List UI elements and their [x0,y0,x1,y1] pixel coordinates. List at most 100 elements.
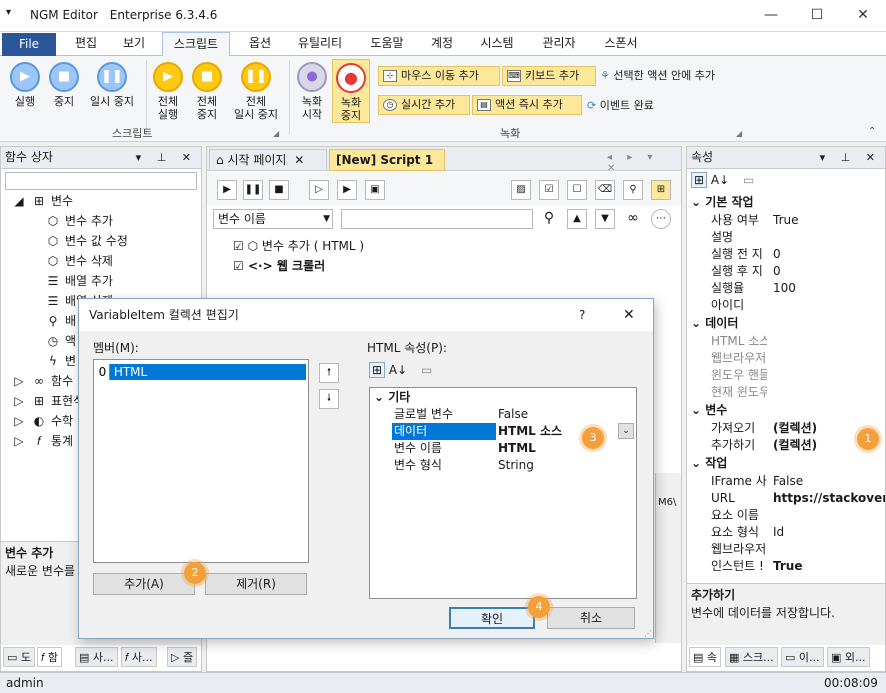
chevron-down-icon[interactable]: ⌄ [618,423,634,439]
search-icon[interactable]: ⚲ [623,180,643,200]
resize-grip-icon[interactable]: ⋰ [644,629,652,638]
add-mouse-move-button[interactable]: ⊹ 마우스 이동 추가 [378,66,500,86]
app-menu-icon[interactable]: ▾ [6,7,11,18]
tab-image[interactable]: ▭ 이... [781,647,824,667]
group-launcher-icon[interactable]: ◢ [273,129,279,138]
maximize-button[interactable]: ☐ [794,0,840,32]
tab-start-page[interactable]: ⌂ 시작 페이지 ✕ [209,149,327,171]
step-out-icon[interactable]: ▣ [365,180,385,200]
script-item-web-crawler[interactable]: ☑ <·> 웹 크롤러 [233,257,325,274]
checkbox-checked-icon[interactable]: ☑ [539,180,559,200]
property-pages-icon[interactable]: ▭ [421,363,432,377]
prop-value[interactable]: 0 [773,263,781,280]
checkbox-icon[interactable]: ☐ [567,180,587,200]
tab-script-1[interactable]: [New] Script 1 ✕ [329,149,445,187]
categorized-icon[interactable]: ⊞ [369,362,386,378]
prop-value[interactable]: HTML 소스 [498,423,562,440]
panel-buttons[interactable]: ▾ ⊥ ✕ [820,147,881,168]
tab-doc[interactable]: ▭ 도 [3,647,36,667]
pause-icon[interactable]: ❚❚ [243,180,263,200]
delete-icon[interactable]: ⌫ [595,180,615,200]
tree-item-statistics[interactable]: ▷ 𝑓 통계 [11,431,73,451]
expand-icon[interactable]: ▷ [11,431,27,451]
tab-function[interactable]: 𝑓 함 [37,647,63,667]
expand-icon[interactable]: ▷ [11,391,27,411]
tree-item-variable[interactable]: ◢ ⊞ 변수 [11,191,73,211]
tab-user-function[interactable]: 𝑓 사... [121,647,157,667]
add-action-now-button[interactable]: ▤ 액션 즉시 추가 [472,95,582,115]
record-stop-button[interactable]: ● 녹화 중지 [332,59,370,123]
member-item-html[interactable]: 0 HTML [96,364,306,380]
run-button[interactable]: ▶ 실행 [6,62,44,108]
tree-item-array-search[interactable]: ⚲ 배 [45,311,76,331]
help-button[interactable]: ? [579,299,585,331]
menu-view[interactable]: 보기 [114,32,154,56]
tab-properties[interactable]: ▤ 속 [689,647,722,667]
collapse-icon[interactable]: ⌄ [691,195,701,209]
tab-user[interactable]: ▤ 사... [75,647,118,667]
menu-edit[interactable]: 편집 [66,32,106,56]
search-input[interactable] [341,209,533,229]
remove-member-button[interactable]: 제거(R) [205,573,307,595]
record-start-button[interactable]: ● 녹화 시작 [294,62,330,121]
tree-item-delete-variable[interactable]: ⬡ 변수 삭제 [45,251,113,271]
stop-all-button[interactable]: ■ 전체 중지 [188,62,226,121]
menu-system[interactable]: 시스템 [472,32,522,56]
cancel-button[interactable]: 취소 [547,607,635,629]
tab-nav-buttons[interactable]: ◂ ▸ ▾ ✕ [607,152,681,174]
prop-global-variable[interactable]: 글로벌 변수 False [370,406,636,423]
tab-script[interactable]: ▦ 스크... [725,647,778,667]
prop-value[interactable]: Id [773,524,784,541]
property-pages-icon[interactable]: ▭ [743,173,754,187]
search-icon[interactable]: ⚲ [539,209,559,229]
tree-item-function[interactable]: ▷ ∞ 함수 [11,371,73,391]
close-tab-icon[interactable]: ✕ [294,153,304,167]
sort-alpha-icon[interactable]: A↓ [711,173,729,187]
tab-favorites[interactable]: ▷ 즐 [167,647,198,667]
menu-file[interactable]: File [2,33,56,56]
pause-all-button[interactable]: ❚❚ 전체 일시 중지 [228,62,284,121]
checkbox-checked-icon[interactable]: ☑ [233,239,244,253]
more-icon[interactable]: ⋯ [651,209,671,229]
arrow-down-icon[interactable]: ▼ [595,209,615,229]
menu-sponsor[interactable]: 스폰서 [596,32,646,56]
step-over-icon[interactable]: ▶ [337,180,357,200]
event-complete-button[interactable]: ⟳ 이벤트 완료 [587,97,654,113]
prop-value[interactable]: HTML [498,440,536,457]
tree-item-add-variable[interactable]: ⬡ 변수 추가 [45,211,113,231]
stop-button[interactable]: ■ 중지 [46,62,82,108]
menu-options[interactable]: 옵션 [238,32,282,56]
close-icon[interactable]: ✕ [623,299,635,331]
category-basic[interactable]: ⌄ 기본 작업 [691,193,754,211]
collapse-icon[interactable]: ⌄ [374,390,384,404]
run-all-button[interactable]: ▶ 전체 실행 [150,62,186,121]
script-item-add-variable[interactable]: ☑ ⬡ 변수 추가 ( HTML ) [233,237,364,254]
prop-value[interactable]: 100 [773,280,796,297]
tree-item-expression[interactable]: ▷ ⊞ 표현식 [11,391,84,411]
tree-item-variable-event[interactable]: ϟ변 [45,351,76,371]
prop-value[interactable]: False [773,473,803,490]
sort-alpha-icon[interactable]: A↓ [389,363,407,377]
menu-utility[interactable]: 유틸리티 [290,32,350,56]
expand-icon[interactable]: ▷ [11,371,27,391]
category-other[interactable]: ⌄ 기타 [374,388,410,406]
prop-value[interactable]: String [498,457,534,474]
arrow-up-icon[interactable]: ▲ [567,209,587,229]
function-search-input[interactable] [5,172,197,190]
tree-item-math[interactable]: ▷ ◐ 수학 [11,411,73,431]
prop-variable-type[interactable]: 변수 형식 String [370,457,636,474]
prop-value[interactable]: https://stackover [773,490,885,507]
infinity-icon[interactable]: ∞ [623,209,643,229]
tab-external[interactable]: ▣ 외... [827,647,870,667]
group-launcher-icon[interactable]: ◢ [736,129,742,138]
pause-button[interactable]: ❚❚ 일시 중지 [84,62,140,108]
tree-item-add-array[interactable]: ☰ 배열 추가 [45,271,113,291]
search-field-select[interactable]: 변수 이름 ▼ [213,209,333,229]
categorized-icon[interactable]: ⊞ [691,172,708,188]
menu-script[interactable]: 스크립트 [162,32,230,57]
ok-button[interactable]: 확인 [449,607,535,629]
close-button[interactable]: ✕ [840,0,886,32]
chart-icon[interactable]: ▨ [511,180,531,200]
menu-admin[interactable]: 관리자 [534,32,584,56]
collapse-icon[interactable]: ⌄ [691,403,701,417]
